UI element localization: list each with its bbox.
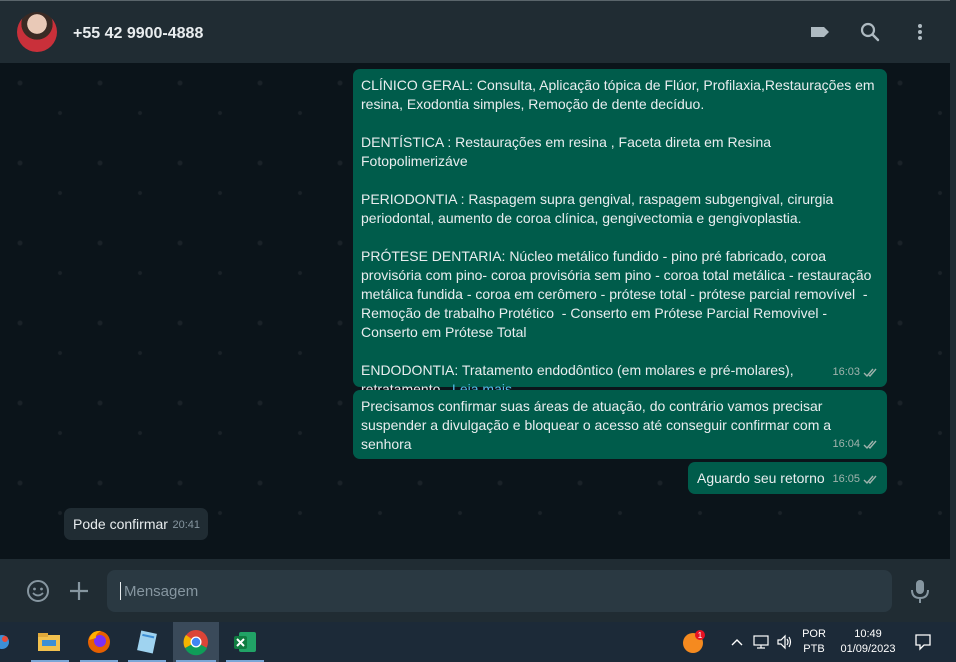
chat-area[interactable]: CLÍNICO GERAL: Consulta, Aplicação tópic…	[0, 63, 950, 559]
keyboard-layout: PTB	[803, 643, 825, 655]
file-explorer-icon[interactable]	[33, 626, 65, 658]
microphone-icon[interactable]	[909, 578, 931, 604]
message-bubble-outgoing[interactable]: Precisamos confirmar suas áreas de atuaç…	[353, 390, 887, 459]
pinned-app-icon[interactable]	[0, 626, 24, 658]
notepad-icon[interactable]	[131, 626, 163, 658]
text-caret	[120, 582, 121, 600]
chat-header: +55 42 9900-4888	[0, 0, 950, 63]
message-input-placeholder: Mensagem	[124, 583, 199, 600]
double-check-icon	[863, 368, 877, 378]
message-input[interactable]: Mensagem	[107, 570, 892, 612]
windows-taskbar: 1 POR PTB 10:49 01/09/2023	[0, 622, 956, 662]
network-icon[interactable]	[752, 634, 770, 650]
message-bubble-outgoing[interactable]: CLÍNICO GERAL: Consulta, Aplicação tópic…	[353, 69, 887, 397]
chrome-icon[interactable]	[180, 626, 212, 658]
message-time: 16:03	[832, 366, 860, 378]
search-icon[interactable]	[859, 21, 881, 43]
message-meta: 20:41	[172, 516, 200, 535]
notification-app-icon[interactable]: 1	[681, 629, 707, 655]
double-check-icon	[863, 440, 877, 450]
notification-badge: 1	[698, 631, 703, 640]
clock-date: 01/09/2023	[840, 643, 896, 655]
firefox-icon[interactable]	[83, 626, 115, 658]
message-meta: 16:05	[832, 470, 879, 489]
double-check-icon	[863, 475, 877, 485]
clock[interactable]: 10:49 01/09/2023	[834, 627, 902, 657]
contact-name[interactable]: +55 42 9900-4888	[73, 25, 203, 43]
label-icon[interactable]	[809, 21, 831, 43]
message-bubble-incoming[interactable]: Pode confirmar 20:41	[64, 508, 208, 540]
message-bubble-outgoing[interactable]: Aguardo seu retorno 16:05	[688, 462, 887, 494]
menu-icon[interactable]	[909, 21, 931, 43]
message-meta: 16:04	[832, 435, 879, 454]
volume-icon[interactable]	[776, 634, 794, 650]
excel-icon[interactable]	[229, 626, 261, 658]
message-meta: 16:03	[832, 363, 879, 382]
language-indicator[interactable]: POR PTB	[800, 627, 828, 657]
attach-plus-icon[interactable]	[68, 580, 90, 602]
contact-avatar[interactable]	[17, 12, 57, 52]
composer-bar: Mensagem	[0, 559, 950, 622]
chevron-up-icon[interactable]	[730, 636, 744, 648]
notification-center-icon[interactable]	[914, 633, 932, 651]
message-text: Precisamos confirmar suas áreas de atuaç…	[361, 398, 835, 452]
message-time: 16:05	[832, 473, 860, 485]
message-time: 20:41	[172, 519, 200, 531]
emoji-icon[interactable]	[26, 579, 50, 603]
language-code: POR	[802, 628, 826, 640]
clock-time: 10:49	[854, 628, 882, 640]
message-time: 16:04	[832, 438, 860, 450]
window-edge	[950, 0, 956, 662]
message-text: CLÍNICO GERAL: Consulta, Aplicação tópic…	[361, 77, 879, 397]
